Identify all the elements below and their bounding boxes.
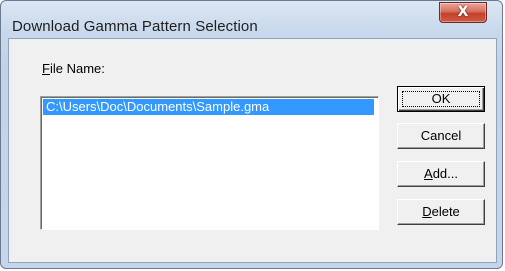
file-name-label-text: ile Name: — [49, 61, 105, 76]
delete-button[interactable]: Delete — [397, 199, 485, 225]
ok-button[interactable]: OK — [397, 86, 485, 112]
add-button-label: Add... — [424, 166, 458, 181]
close-button[interactable]: X — [439, 2, 487, 23]
add-button[interactable]: Add... — [397, 161, 485, 187]
list-item[interactable]: C:\Users\Doc\Documents\Sample.gma — [43, 99, 374, 115]
dialog-client-area: File Name: C:\Users\Doc\Documents\Sample… — [8, 38, 497, 263]
file-name-label-mnemonic: F — [42, 61, 50, 76]
close-icon: X — [457, 4, 469, 20]
file-name-label: File Name: — [42, 61, 105, 76]
file-name-listbox[interactable]: C:\Users\Doc\Documents\Sample.gma — [40, 96, 379, 230]
cancel-button-label: Cancel — [420, 128, 462, 143]
window-title: Download Gamma Pattern Selection — [12, 18, 258, 35]
dialog-window: Download Gamma Pattern Selection X File … — [0, 0, 503, 269]
cancel-button[interactable]: Cancel — [397, 123, 485, 149]
ok-button-label: OK — [431, 91, 451, 106]
delete-button-label: Delete — [422, 204, 460, 219]
title-bar[interactable]: Download Gamma Pattern Selection X — [1, 1, 502, 35]
